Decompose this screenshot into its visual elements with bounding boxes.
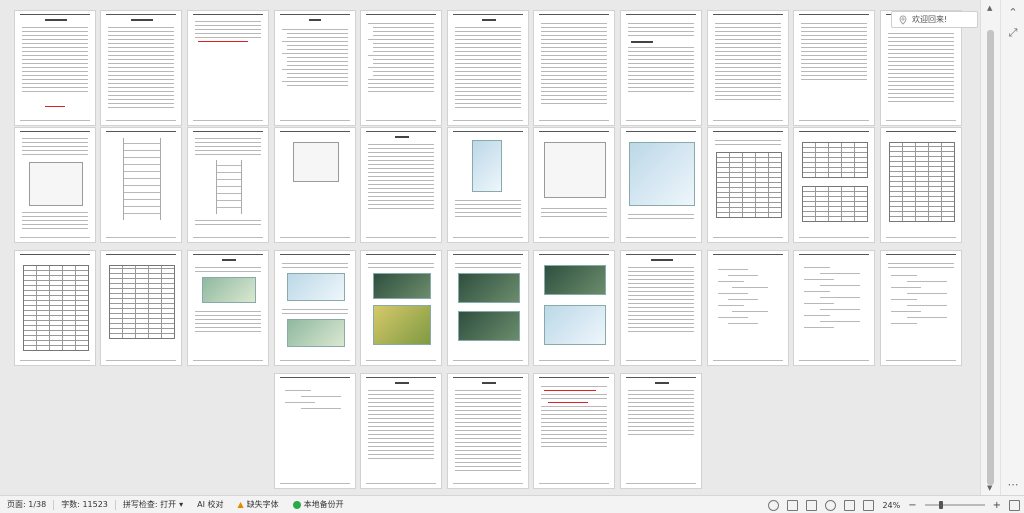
page-thumbnail[interactable] [447, 127, 529, 243]
page-thumbnail[interactable] [620, 250, 702, 366]
page-thumbnail[interactable] [620, 10, 702, 126]
page-thumbnail[interactable] [533, 250, 615, 366]
page-thumbnail[interactable] [620, 127, 702, 243]
spellcheck-toggle[interactable]: 拼写检查: 打开 ▾ [116, 496, 190, 513]
page-thumbnail[interactable] [793, 127, 875, 243]
page-thumbnail[interactable] [447, 250, 529, 366]
page-thumbnail[interactable] [14, 250, 96, 366]
right-side-rail: ⌃ ⤢ ⋯ [1000, 0, 1024, 495]
page-thumbnail[interactable] [100, 250, 182, 366]
page-thumbnail[interactable] [274, 250, 356, 366]
more-icon[interactable]: ⋯ [1006, 478, 1020, 492]
missing-fonts-label: 缺失字体 [246, 500, 279, 509]
page-thumbnail[interactable] [360, 373, 442, 489]
page-thumbnail[interactable] [793, 10, 875, 126]
reading-mode-icon[interactable] [768, 499, 780, 511]
welcome-label: 欢迎回来! [912, 15, 948, 24]
page-thumbnail[interactable] [447, 10, 529, 126]
page-thumbnail[interactable] [533, 10, 615, 126]
zoom-level[interactable]: 24% [882, 501, 900, 510]
fullscreen-icon[interactable] [1009, 499, 1020, 511]
zoom-slider[interactable] [924, 501, 985, 509]
page-thumbnail[interactable] [880, 250, 962, 366]
page-thumbnail[interactable] [447, 373, 529, 489]
scroll-down-icon[interactable]: ▼ [987, 484, 992, 492]
location-pin-icon [899, 15, 907, 25]
zoom-in-button[interactable]: + [993, 500, 1001, 511]
local-backup-button[interactable]: 本地备份开 [286, 496, 351, 513]
page-thumbnail[interactable] [187, 250, 269, 366]
page-thumbnail[interactable] [14, 10, 96, 126]
page-thumbnail[interactable] [14, 127, 96, 243]
page-thumbnail[interactable] [707, 10, 789, 126]
page-thumbnail[interactable] [274, 10, 356, 126]
page-thumbnail[interactable] [100, 10, 182, 126]
page-indicator[interactable]: 页面: 1/38 [0, 496, 53, 513]
page-thumbnail[interactable] [274, 373, 356, 489]
page-thumbnail[interactable] [533, 373, 615, 489]
missing-fonts-button[interactable]: ▲ 缺失字体 [231, 496, 286, 513]
view-controls: 24% − + [768, 496, 1020, 513]
warning-icon: ▲ [237, 500, 244, 509]
spellcheck-label: 拼写检查: 打开 [122, 500, 177, 509]
page-thumbnail[interactable] [187, 10, 269, 126]
scrollbar-thumb[interactable] [987, 30, 994, 485]
fit-page-icon[interactable] [863, 499, 875, 511]
expand-icon[interactable]: ⤢ [1006, 26, 1020, 40]
document-canvas[interactable]: 欢迎回来! [0, 0, 980, 495]
page-thumbnail[interactable] [360, 250, 442, 366]
web-view-icon[interactable] [825, 499, 837, 511]
page-thumbnail[interactable] [707, 250, 789, 366]
zoom-slider-knob[interactable] [938, 501, 943, 509]
word-count[interactable]: 字数: 11523 [54, 496, 115, 513]
page-view-icon[interactable] [787, 499, 799, 511]
outline-view-icon[interactable] [806, 499, 818, 511]
chevron-up-icon[interactable]: ⌃ [1006, 6, 1020, 20]
write-mode-icon[interactable] [844, 499, 856, 511]
vertical-scrollbar[interactable]: ▲ ▼ [980, 0, 1000, 495]
page-thumbnail[interactable] [707, 127, 789, 243]
welcome-tag[interactable]: 欢迎回来! [891, 11, 978, 28]
page-thumbnail[interactable] [793, 250, 875, 366]
status-bar: 页面: 1/38 字数: 11523 拼写检查: 打开 ▾ AI 校对 ▲ 缺失… [0, 495, 1024, 513]
page-thumbnail[interactable] [100, 127, 182, 243]
page-thumbnail[interactable] [620, 373, 702, 489]
page-thumbnail[interactable] [274, 127, 356, 243]
scroll-up-icon[interactable]: ▲ [987, 4, 992, 12]
ai-proofread-button[interactable]: AI 校对 [190, 496, 230, 513]
page-thumbnail[interactable] [187, 127, 269, 243]
page-thumbnail[interactable] [533, 127, 615, 243]
local-backup-label: 本地备份开 [303, 500, 344, 509]
chevron-down-icon: ▾ [179, 500, 184, 509]
zoom-out-button[interactable]: − [908, 500, 916, 511]
page-thumbnail[interactable] [880, 127, 962, 243]
page-thumbnail[interactable] [360, 127, 442, 243]
backup-status-icon [292, 500, 301, 509]
page-thumbnail[interactable] [360, 10, 442, 126]
